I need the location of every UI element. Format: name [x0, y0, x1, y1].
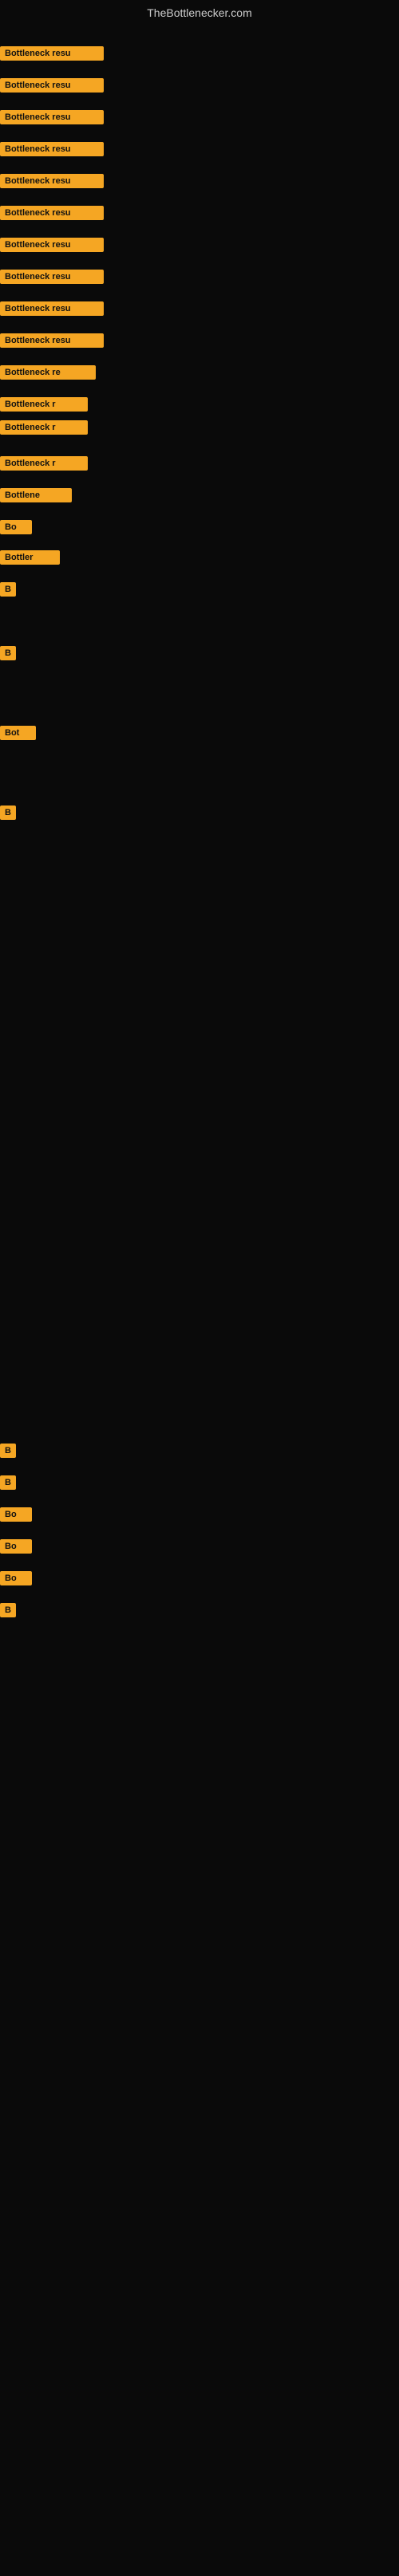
- bottleneck-result-button[interactable]: Bottleneck r: [0, 456, 88, 471]
- bottleneck-result-button[interactable]: B: [0, 582, 16, 597]
- bottleneck-result-button[interactable]: Bottleneck resu: [0, 270, 104, 284]
- bottleneck-result-button[interactable]: B: [0, 1475, 16, 1490]
- bottleneck-result-button[interactable]: Bo: [0, 1507, 32, 1522]
- bottleneck-result-button[interactable]: Bottler: [0, 550, 60, 565]
- bottleneck-result-button[interactable]: Bottleneck resu: [0, 301, 104, 316]
- bottleneck-result-button[interactable]: B: [0, 1603, 16, 1617]
- bottleneck-result-button[interactable]: Bo: [0, 1571, 32, 1585]
- bottleneck-result-button[interactable]: Bottleneck resu: [0, 78, 104, 93]
- site-title: TheBottlenecker.com: [0, 0, 399, 24]
- bottleneck-result-button[interactable]: Bottleneck resu: [0, 206, 104, 220]
- bottleneck-result-button[interactable]: Bottleneck re: [0, 365, 96, 380]
- bottleneck-result-button[interactable]: Bottleneck resu: [0, 238, 104, 252]
- bottleneck-result-button[interactable]: B: [0, 646, 16, 660]
- bottleneck-result-button[interactable]: Bo: [0, 1539, 32, 1554]
- bottleneck-result-button[interactable]: B: [0, 1444, 16, 1458]
- bottleneck-result-button[interactable]: Bottlene: [0, 488, 72, 502]
- bottleneck-result-button[interactable]: Bo: [0, 520, 32, 534]
- bottleneck-result-button[interactable]: Bottleneck resu: [0, 333, 104, 348]
- bottleneck-result-button[interactable]: B: [0, 805, 16, 820]
- bottleneck-result-button[interactable]: Bottleneck resu: [0, 46, 104, 61]
- bottleneck-result-button[interactable]: Bot: [0, 726, 36, 740]
- bottleneck-result-button[interactable]: Bottleneck resu: [0, 142, 104, 156]
- bottleneck-result-button[interactable]: Bottleneck r: [0, 420, 88, 435]
- bottleneck-result-button[interactable]: Bottleneck r: [0, 397, 88, 412]
- bottleneck-result-button[interactable]: Bottleneck resu: [0, 110, 104, 124]
- bottleneck-result-button[interactable]: Bottleneck resu: [0, 174, 104, 188]
